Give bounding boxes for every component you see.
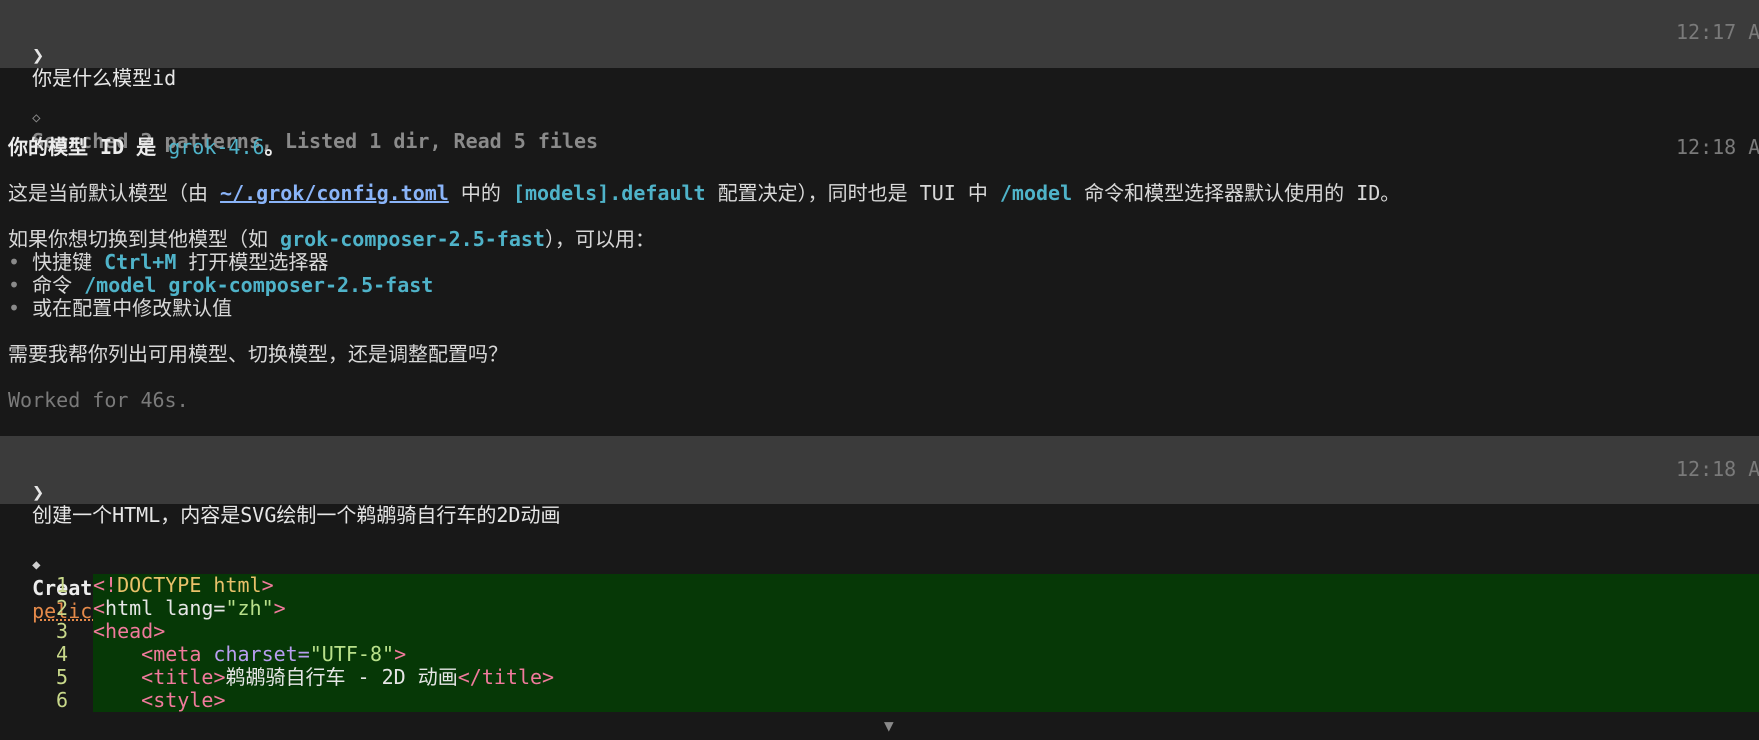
heading-end: 。 <box>264 135 285 159</box>
switch-command: /model grok-composer-2.5-fast <box>84 273 434 297</box>
code-line: <head> <box>93 620 165 643</box>
tag-bracket: > <box>261 573 274 597</box>
code-line: <meta charset="UTF-8"> <box>93 643 406 666</box>
list-item: • 或在配置中修改默认值 <box>8 297 232 320</box>
user-prompt-bar <box>0 0 1759 68</box>
tag-name: title <box>481 665 543 689</box>
text: 打开模型选择器 <box>176 250 329 274</box>
bullet-icon: • <box>8 273 21 297</box>
triangle-down-icon[interactable]: ▼ <box>884 714 894 737</box>
tag-bracket: < <box>93 619 106 643</box>
response-timestamp: 12:18 A <box>1676 135 1759 159</box>
response-question: 需要我帮你列出可用模型、切换模型，还是调整配置吗？ <box>8 342 508 366</box>
diamond-filled-icon: ◆ <box>32 557 41 573</box>
code-line: <title>鹈鹕骑自行车 - 2D 动画</title> <box>93 666 554 689</box>
text: 配置决定），同时也是 TUI 中 <box>705 181 1000 205</box>
list-item: • 命令 /model grok-composer-2.5-fast <box>8 274 433 297</box>
tag-bracket: < <box>93 665 154 689</box>
tag-name: head <box>105 619 154 643</box>
attr-value: "UTF-8" <box>309 642 395 666</box>
shortcut-key: Ctrl+M <box>104 250 177 274</box>
chevron-right-icon: ❯ <box>32 480 45 504</box>
alt-model-name: grok-composer-2.5-fast <box>280 227 545 251</box>
tag-name: style <box>153 688 214 712</box>
response-heading: 你的模型 ID 是 grok-4.6。 <box>8 136 285 159</box>
diamond-outline-icon: ◇ <box>32 110 41 126</box>
tag-bracket: > <box>542 665 555 689</box>
tag-bracket: </ <box>457 665 482 689</box>
line-number: 1 <box>55 573 68 597</box>
tag-name: html <box>105 596 154 620</box>
chevron-right-icon: ❯ <box>32 43 45 67</box>
code-line: <html lang="zh"> <box>93 597 286 620</box>
tag-bracket: > <box>273 596 286 620</box>
line-number: 5 <box>55 665 68 689</box>
prompt-text: 创建一个HTML，内容是SVG绘制一个鹈鹕骑自行车的2D动画 <box>32 503 561 527</box>
tag-bracket: < <box>93 642 154 666</box>
text: 中的 <box>448 181 513 205</box>
text: 如果你想切换到其他模型（如 <box>8 227 281 251</box>
code-line: <!DOCTYPE html> <box>93 574 274 597</box>
user-prompt: ❯ 你是什么模型id <box>8 21 176 90</box>
config-key: [models].default <box>512 181 706 205</box>
code-line: <style> <box>93 689 225 712</box>
text: 命令和模型选择器默认使用的 ID。 <box>1072 181 1401 205</box>
attr-name: lang= <box>153 596 226 620</box>
tag-bracket: > <box>213 688 226 712</box>
worked-duration: Worked for 46s. <box>8 388 189 412</box>
tag-bracket: > <box>394 642 407 666</box>
text: ），可以用： <box>544 227 655 251</box>
attr-value: "zh" <box>225 596 274 620</box>
doctype: DOCTYPE html <box>117 573 262 597</box>
tag-bracket: < <box>93 688 154 712</box>
model-command: /model <box>999 181 1073 205</box>
tag-bracket: > <box>153 619 166 643</box>
line-number: 4 <box>55 642 68 666</box>
tag-bracket: <! <box>93 573 118 597</box>
line-number: 2 <box>55 596 68 620</box>
text: 这是当前默认模型（由 <box>8 181 221 205</box>
prompt-timestamp: 12:17 A <box>1676 20 1759 44</box>
tag-bracket: > <box>213 665 226 689</box>
model-id: grok-4.6 <box>168 135 265 159</box>
bullet-icon: • <box>8 296 21 320</box>
line-number: 6 <box>55 688 68 712</box>
text: 快捷键 <box>20 250 105 274</box>
title-text: 鹈鹕骑自行车 - 2D 动画 <box>225 665 458 689</box>
tag-bracket: < <box>93 596 106 620</box>
text: 或在配置中修改默认值 <box>20 296 233 320</box>
prompt-timestamp: 12:18 A <box>1676 457 1759 481</box>
text: 命令 <box>20 273 85 297</box>
list-item: • 快捷键 Ctrl+M 打开模型选择器 <box>8 251 328 274</box>
bullet-icon: • <box>8 250 21 274</box>
response-paragraph-2: 如果你想切换到其他模型（如 grok-composer-2.5-fast），可以… <box>8 228 655 251</box>
line-number: 3 <box>55 619 68 643</box>
tag-name: meta <box>153 642 202 666</box>
config-path-link[interactable]: ~/.grok/config.toml <box>220 181 449 205</box>
user-prompt: ❯ 创建一个HTML，内容是SVG绘制一个鹈鹕骑自行车的2D动画 <box>8 458 560 527</box>
heading-text: 你的模型 ID 是 <box>8 135 169 159</box>
response-paragraph-1: 这是当前默认模型（由 ~/.grok/config.toml 中的 [model… <box>8 182 1400 205</box>
tag-name: title <box>153 665 214 689</box>
attr-name: charset= <box>201 642 310 666</box>
